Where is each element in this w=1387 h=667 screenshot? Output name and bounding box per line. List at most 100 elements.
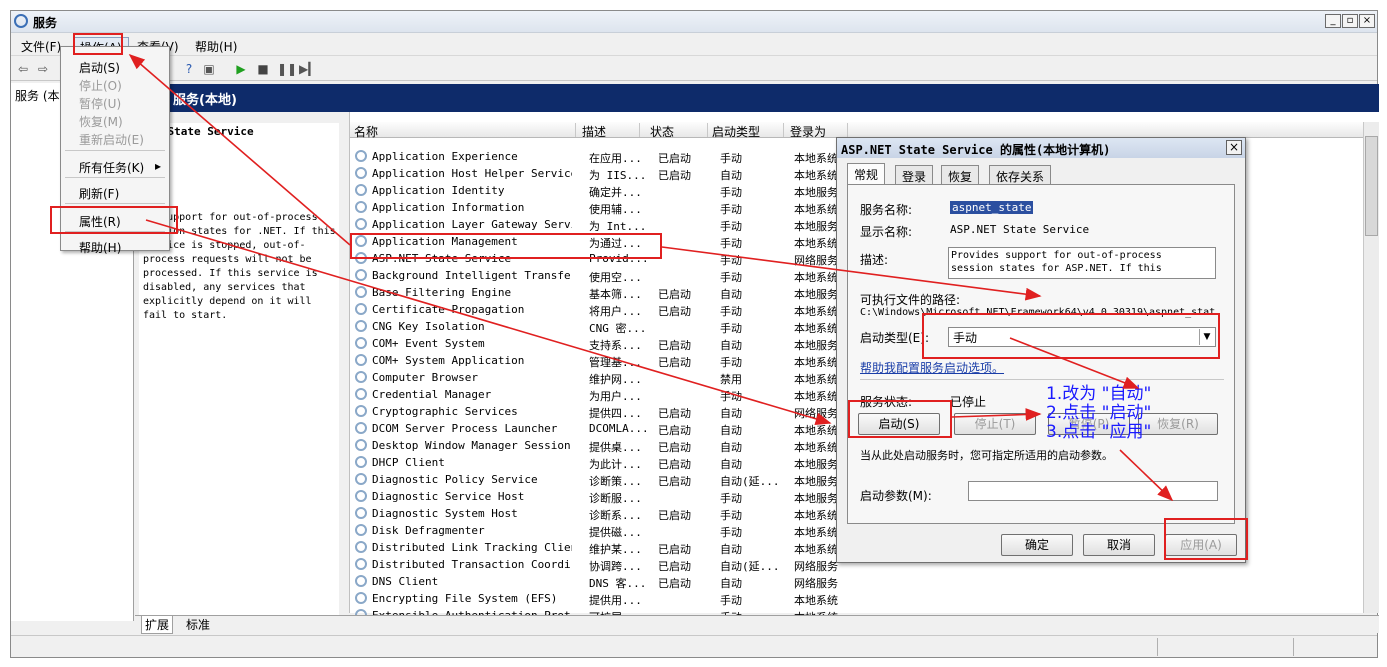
menu-help[interactable]: 帮助(H) [189,37,243,56]
table-row[interactable]: Application Experience 在应用... 已启动 手动 本地系统 [350,148,850,165]
tab-logon[interactable]: 登录 [895,165,934,184]
table-row[interactable]: Certificate Propagation 将用户... 已启动 手动 本地系统 [350,301,850,318]
table-row[interactable]: Disk Defragmenter 提供磁... 手动 本地系统 [350,522,850,539]
table-row[interactable]: Computer Browser 维护网... 禁用 本地系统 [350,369,850,386]
table-row[interactable]: Application Identity 确定并... 手动 本地服务 [350,182,850,199]
highlight-startup-type [922,313,1220,359]
toolbar: ⇦ ⇨ ? ▣ ▶ ■ ❚❚ ▶▎ [11,57,1377,81]
cell-status: 已启动 [658,407,691,420]
maximize-button[interactable]: ▫ [1342,14,1358,28]
cell-startup: 自动 [720,339,742,352]
tab-recovery[interactable]: 恢复 [941,165,980,184]
play-icon[interactable]: ▶ [233,62,249,76]
table-row[interactable]: CNG Key Isolation CNG 密... 手动 本地系统 [350,318,850,335]
cell-name: Application Host Helper Service [372,167,572,180]
col-desc[interactable]: 描述 [578,123,640,139]
cell-desc: 维护某... [589,543,642,556]
menu-pause[interactable]: 暂停(U) [79,95,121,112]
cell-desc: 支持系... [589,339,642,352]
description-box[interactable]: Provides support for out-of-process sess… [948,247,1216,279]
menu-all-tasks[interactable]: 所有任务(K) [79,159,144,176]
cell-status: 已启动 [658,169,691,182]
back-arrow-icon[interactable]: ⇦ [15,62,31,76]
forward-arrow-icon[interactable]: ⇨ [35,62,51,76]
tab-standard[interactable]: 标准 [183,616,213,633]
table-row[interactable]: Diagnostic Service Host 诊断服... 手动 本地服务 [350,488,850,505]
help-icon[interactable]: ? [181,62,197,76]
col-logon[interactable]: 登录为 [786,123,848,139]
services-icon [14,14,28,28]
cell-name: COM+ System Application [372,354,525,367]
table-row[interactable]: Distributed Link Tracking Client 维护某... 已启… [350,539,850,556]
menu-restart[interactable]: 重新启动(E) [79,131,144,148]
table-row[interactable]: Application Host Helper Service 为 IIS... 已… [350,165,850,182]
table-row[interactable]: Desktop Window Manager Session... 提供桌... 已… [350,437,850,454]
cell-startup: 自动 [720,577,742,590]
gear-icon [355,167,367,179]
table-row[interactable]: Diagnostic System Host 诊断系... 已启动 手动 本地系统 [350,505,850,522]
window-title: 服务 [33,16,58,30]
stop-button[interactable]: 停止(T) [954,413,1036,435]
pause-icon[interactable]: ❚❚ [277,62,297,76]
table-row[interactable]: Background Intelligent Transfe... 使用空... 手… [350,267,850,284]
table-row[interactable]: Base Filtering Engine 基本筛... 已启动 自动 本地服务 [350,284,850,301]
menu-separator [65,150,165,151]
cell-desc: 为此计... [589,458,642,471]
table-row[interactable]: Cryptographic Services 提供四... 已启动 自动 网络服务 [350,403,850,420]
cell-desc: DCOMLA... [589,422,649,435]
menu-start[interactable]: 启动(S) [79,59,120,76]
cell-desc: 在应用... [589,152,642,165]
table-row[interactable]: Credential Manager 为用户... 手动 本地系统 [350,386,850,403]
col-name[interactable]: 名称 [354,123,576,139]
cell-desc: 确定并... [589,186,642,199]
cell-desc: 提供桌... [589,441,642,454]
col-status[interactable]: 状态 [646,123,708,139]
menu-help-item[interactable]: 帮助(H) [79,239,121,256]
help-configure-link[interactable]: 帮助我配置服务启动选项。 [860,359,1004,376]
cell-desc: 协调跨... [589,560,642,573]
menu-stop[interactable]: 停止(O) [79,77,122,94]
menu-bar: 文件(F) 操作(A) 查看(V) 帮助(H) [11,34,1377,58]
vertical-scrollbar[interactable] [1363,122,1379,613]
table-row[interactable]: Encrypting File System (EFS) 提供用... 手动 本地系统 [350,590,850,607]
table-row[interactable]: COM+ Event System 支持系... 已启动 自动 本地服务 [350,335,850,352]
table-row[interactable]: COM+ System Application 管理基... 已启动 手动 本地系统 [350,352,850,369]
table-row[interactable]: Diagnostic Policy Service 诊断策... 已启动 自动(延..… [350,471,850,488]
cell-desc: 为 IIS... [589,169,647,182]
tab-general[interactable]: 常规 [847,163,886,185]
dialog-title: ASP.NET State Service 的属性(本地计算机) [837,138,1245,158]
cell-desc: 使用空... [589,271,642,284]
status-divider [1293,638,1294,656]
table-row[interactable]: DHCP Client 为此计... 已启动 自动 本地服务 [350,454,850,471]
gear-icon [355,524,367,536]
cell-startup: 自动(延... [720,560,780,573]
cell-status: 已启动 [658,509,691,522]
menu-resume[interactable]: 恢复(M) [79,113,123,130]
table-row[interactable]: DNS Client DNS 客... 已启动 自动 网络服务 [350,573,850,590]
minimize-button[interactable]: _ [1325,14,1341,28]
tab-dependencies[interactable]: 依存关系 [989,165,1052,184]
stop-icon[interactable]: ■ [255,62,271,76]
cancel-button[interactable]: 取消 [1083,534,1155,556]
scroll-thumb[interactable] [1365,136,1378,236]
ok-button[interactable]: 确定 [1001,534,1073,556]
gear-icon [355,507,367,519]
col-startup[interactable]: 启动类型 [708,123,784,139]
description-label: 描述: [860,253,889,267]
table-row[interactable]: Distributed Transaction Coordi... 协调跨... 已… [350,556,850,573]
dialog-close-button[interactable]: × [1226,140,1242,155]
console-icon[interactable]: ▣ [201,62,217,76]
start-param-input[interactable] [968,481,1218,501]
close-button[interactable]: × [1359,14,1375,28]
table-row[interactable]: Application Information 使用辅... 手动 本地系统 [350,199,850,216]
tab-extended[interactable]: 扩展 [141,616,174,634]
restart-icon[interactable]: ▶▎ [299,62,317,76]
submenu-arrow-icon: ▸ [155,159,162,173]
tree-node-services[interactable]: 服务 (本 [15,87,60,104]
table-row[interactable]: DCOM Server Process Launcher DCOMLA... 已启动… [350,420,850,437]
step-note-3: 3.点击 "应用" [1046,422,1152,442]
table-row[interactable]: Application Layer Gateway Service 为 Int..… [350,216,850,233]
cell-status: 已启动 [658,305,691,318]
cell-name: DHCP Client [372,456,445,469]
menu-refresh[interactable]: 刷新(F) [79,185,119,202]
